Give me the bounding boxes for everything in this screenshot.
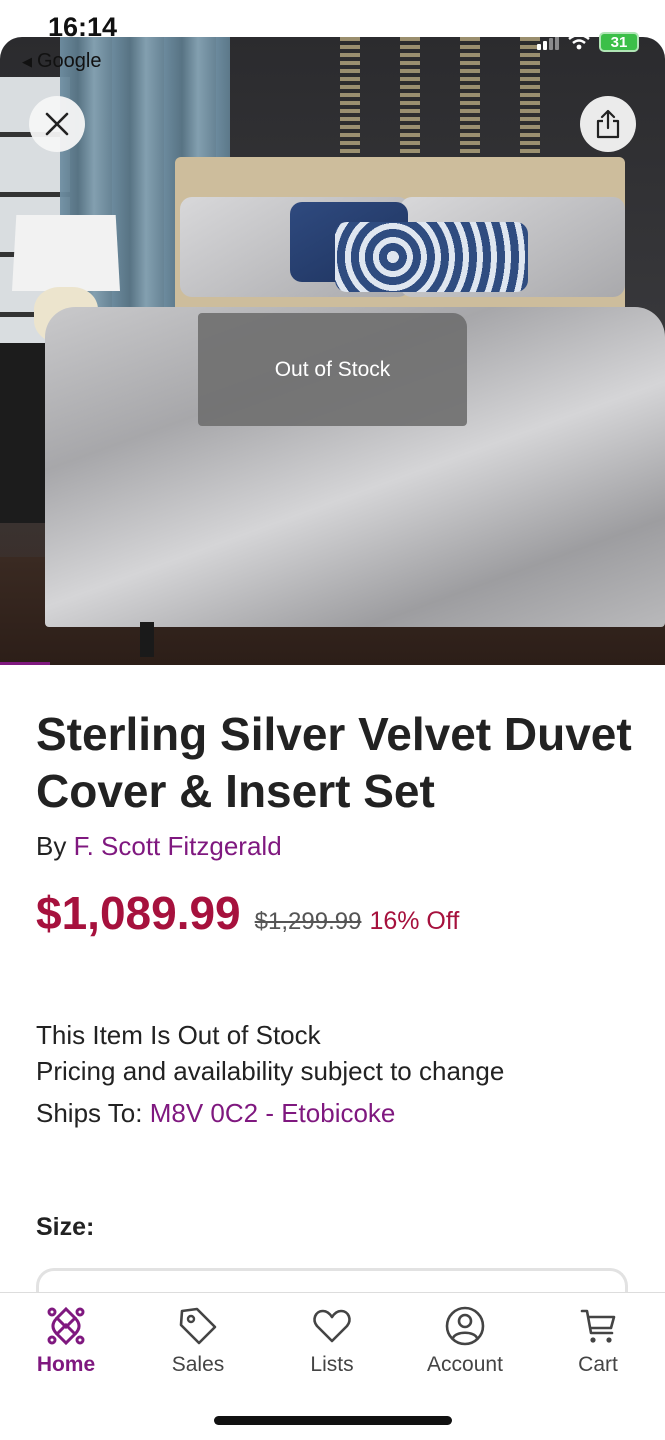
size-label: Size: [36, 1213, 95, 1241]
price-row: $1,089.99 $1,299.99 16% Off [36, 886, 459, 940]
nav-cart[interactable]: Cart [538, 1305, 658, 1377]
ships-to: Ships To: M8V 0C2 - Etobicoke [36, 1098, 395, 1129]
cart-icon [580, 1309, 616, 1343]
nav-cart-label: Cart [578, 1353, 618, 1376]
account-icon [445, 1306, 485, 1346]
status-indicators: 31 [537, 32, 639, 52]
image-bed-leg [140, 622, 154, 657]
back-to-app-link[interactable]: ◀ Google [22, 50, 102, 73]
share-icon [596, 109, 620, 139]
share-button[interactable] [580, 96, 636, 152]
nav-lists-label: Lists [310, 1353, 354, 1376]
brand-link[interactable]: F. Scott Fitzgerald [74, 831, 282, 861]
nav-account[interactable]: Account [405, 1305, 525, 1377]
pricing-note: Pricing and availability subject to chan… [36, 1056, 505, 1086]
close-icon [45, 112, 69, 136]
product-title: Sterling Silver Velvet Duvet Cover & Ins… [36, 708, 632, 817]
home-logo-icon [47, 1306, 85, 1346]
brand-line: By F. Scott Fitzgerald [36, 831, 282, 862]
image-pillow-patterned [335, 222, 528, 292]
nav-sales-label: Sales [171, 1353, 225, 1376]
stock-status: This Item Is Out of Stock [36, 1020, 321, 1050]
ships-to-label: Ships To: [36, 1098, 143, 1128]
sale-price: $1,089.99 [36, 887, 241, 939]
by-prefix: By [36, 831, 67, 861]
nav-lists[interactable]: Lists [272, 1305, 392, 1377]
close-button[interactable] [29, 96, 85, 152]
status-time: 16:14 [48, 12, 118, 42]
nav-home-label: Home [36, 1353, 96, 1376]
home-indicator [214, 1416, 452, 1425]
battery-level: 31 [610, 33, 628, 51]
cellular-signal-icon [537, 34, 559, 50]
image-lamp-shade [12, 215, 120, 291]
out-of-stock-overlay: Out of Stock [198, 313, 467, 426]
nav-home[interactable]: Home [6, 1305, 126, 1377]
product-image[interactable]: Out of Stock [0, 37, 665, 665]
discount-label: 16% Off [369, 907, 460, 935]
image-carousel-progress [0, 662, 50, 665]
heart-icon [313, 1309, 351, 1343]
back-triangle-icon: ◀ [22, 53, 32, 69]
status-bar: 16:14 ◀ Google 31 [0, 0, 665, 80]
wifi-icon [568, 34, 590, 50]
ships-to-location-link[interactable]: M8V 0C2 - Etobicoke [150, 1098, 396, 1128]
original-price: $1,299.99 [254, 908, 362, 935]
nav-sales[interactable]: Sales [138, 1305, 258, 1377]
battery-icon: 31 [599, 32, 639, 52]
tag-icon [179, 1307, 217, 1345]
back-app-label: Google [37, 50, 102, 72]
nav-account-label: Account [427, 1353, 503, 1376]
